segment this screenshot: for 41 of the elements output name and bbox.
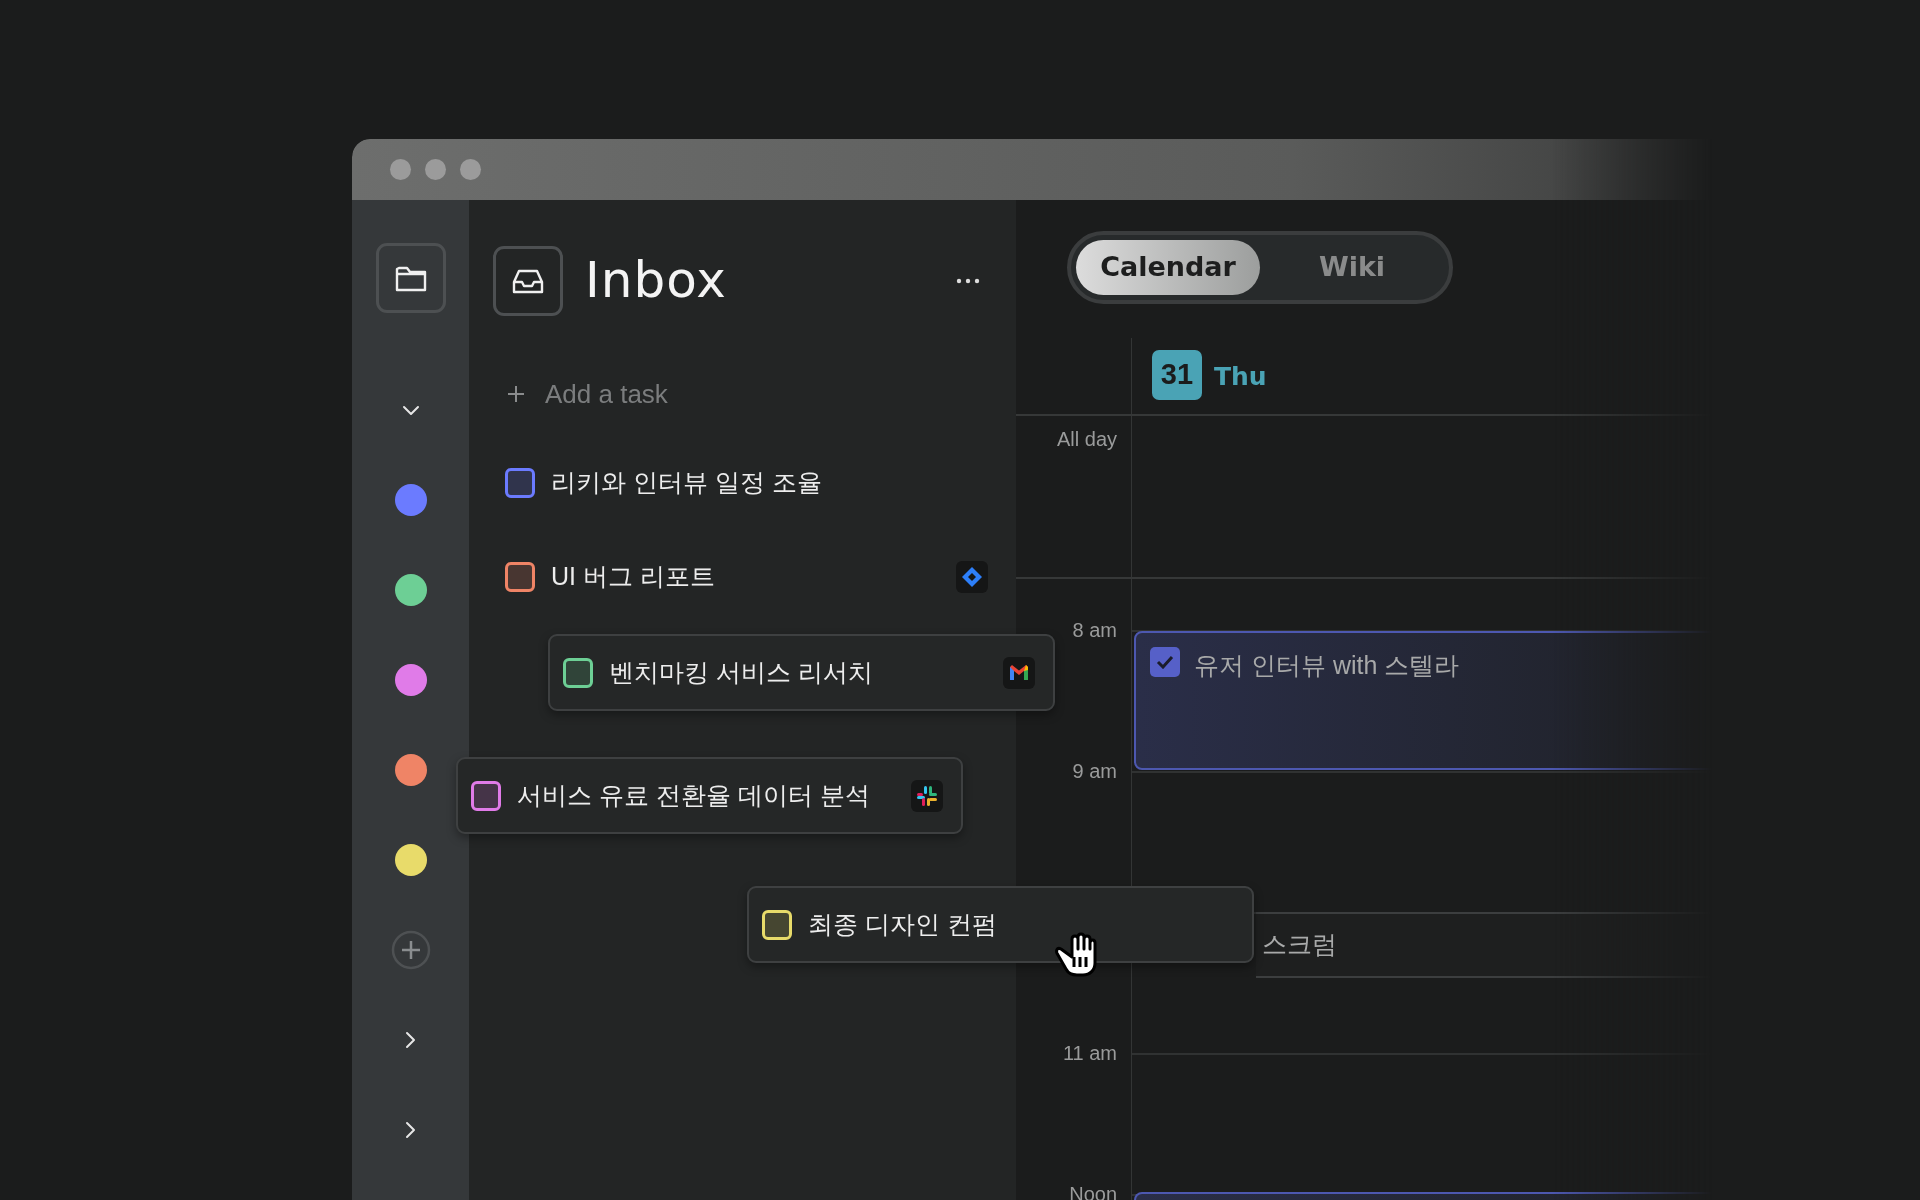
time-label: 9 am [1072, 759, 1118, 784]
chevron-right-icon[interactable] [405, 1031, 416, 1049]
inbox-button[interactable] [493, 245, 563, 316]
project-dot[interactable] [394, 754, 427, 786]
time-label: 11 am [1062, 1041, 1118, 1066]
task-label: 서비스 유료 전환율 데이터 분석 [517, 779, 870, 811]
add-task-field[interactable]: Add a task [543, 373, 843, 415]
project-dot[interactable] [394, 664, 427, 696]
project-dot[interactable] [394, 484, 427, 516]
all-day-label: All day [1055, 427, 1118, 452]
task-label: UI 버그 리포트 [551, 561, 715, 593]
more-icon[interactable] [956, 277, 980, 284]
folder-icon [394, 264, 427, 292]
task-label: 리키와 인터뷰 일정 조율 [551, 467, 822, 499]
task-checkbox[interactable] [505, 562, 535, 592]
add-project-icon[interactable] [390, 930, 431, 970]
plus-icon[interactable] [507, 385, 525, 403]
weekday-label: Thu [1214, 361, 1267, 393]
task-checkbox[interactable] [471, 780, 501, 811]
view-tab[interactable]: Wiki [1260, 240, 1444, 295]
task-label: 최종 디자인 컨펌 [808, 908, 997, 940]
dragged-task-card[interactable]: 최종 디자인 컨펌 [747, 886, 1254, 963]
chevron-down-icon[interactable] [401, 404, 420, 416]
folder-button[interactable] [375, 243, 446, 313]
inbox-icon [512, 267, 544, 294]
dragged-task-card[interactable]: 서비스 유료 전환율 데이터 분석 [456, 757, 963, 834]
project-dot[interactable] [394, 844, 427, 876]
task-checkbox[interactable] [505, 468, 535, 498]
chevron-right-icon[interactable] [405, 1121, 416, 1139]
view-tab[interactable]: Calendar [1076, 240, 1260, 295]
date-badge: 31 [1152, 350, 1202, 400]
project-dot[interactable] [394, 574, 427, 606]
check-icon [1156, 655, 1174, 669]
event-title: 스크럼 [1262, 929, 1337, 961]
time-label: 8 am [1072, 618, 1118, 643]
task-label: 벤치마킹 서비스 리서치 [609, 656, 873, 688]
inbox-title: Inbox [585, 250, 727, 311]
task-checkbox[interactable] [563, 657, 593, 688]
event-title: 유저 인터뷰 with 스텔라 [1194, 650, 1460, 681]
dragged-task-card[interactable]: 벤치마킹 서비스 리서치 [548, 634, 1055, 711]
event-checkbox[interactable] [1150, 647, 1180, 677]
